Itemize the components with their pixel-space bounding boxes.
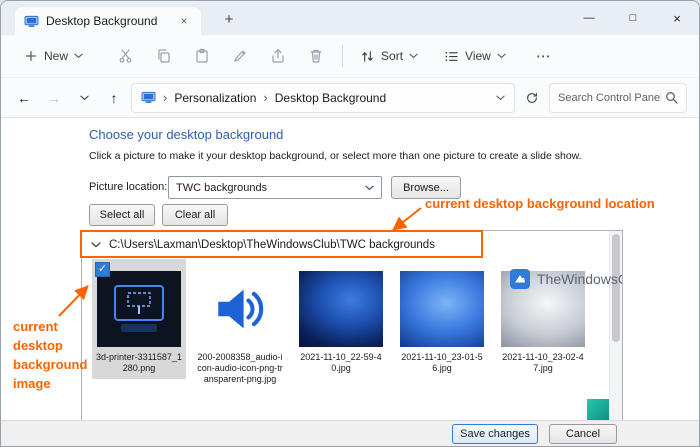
chevron-down-icon bbox=[409, 53, 418, 59]
thumbnail-image bbox=[198, 271, 282, 347]
picture-location-value: TWC backgrounds bbox=[176, 181, 268, 194]
forward-button[interactable]: → bbox=[41, 85, 67, 111]
scissors-icon bbox=[119, 49, 132, 63]
watermark-text: TheWindowsClub bbox=[537, 271, 622, 287]
view-icon bbox=[445, 51, 458, 61]
thumbnail-tile[interactable]: 200-2008358_audio-icon-audio-icon-png-tr… bbox=[193, 259, 287, 385]
paste-button[interactable] bbox=[186, 42, 218, 70]
search-icon bbox=[666, 92, 678, 104]
command-bar: New Sort View ⋯ bbox=[1, 35, 699, 78]
thumbnail-caption: 3d-printer-3311587_1280.png bbox=[96, 352, 182, 373]
chevron-down-icon bbox=[79, 95, 89, 100]
clear-all-button[interactable]: Clear all bbox=[162, 204, 228, 226]
partial-thumbnail[interactable] bbox=[587, 399, 610, 421]
minimize-button[interactable]: — bbox=[567, 1, 611, 35]
toolbar-separator bbox=[342, 45, 344, 67]
folder-path: C:\Users\Laxman\Desktop\TheWindowsClub\T… bbox=[109, 238, 435, 251]
more-options-button[interactable]: ⋯ bbox=[529, 41, 559, 71]
back-button[interactable]: ← bbox=[11, 85, 37, 111]
explorer-window: Desktop Background × + — □ × New Sort Vi… bbox=[0, 0, 700, 447]
chevron-down-icon bbox=[496, 95, 505, 100]
annotation-location: current desktop background location bbox=[425, 196, 655, 211]
rename-button[interactable] bbox=[224, 42, 256, 70]
cut-button[interactable] bbox=[110, 42, 142, 70]
chevron-down-icon bbox=[497, 53, 506, 59]
monitor-icon bbox=[141, 91, 156, 103]
close-button[interactable]: × bbox=[655, 1, 699, 35]
page-description: Click a picture to make it your desktop … bbox=[89, 150, 582, 162]
watermark: TheWindowsClub bbox=[510, 269, 622, 289]
navigation-bar: ← → ↑ › Personalization › Desktop Backgr… bbox=[1, 78, 699, 118]
titlebar: Desktop Background × + — □ × bbox=[1, 1, 699, 35]
copy-button[interactable] bbox=[148, 42, 180, 70]
page-title: Choose your desktop background bbox=[89, 127, 284, 142]
window-controls: — □ × bbox=[567, 1, 699, 35]
share-icon bbox=[272, 49, 284, 63]
speaker-icon bbox=[218, 289, 264, 329]
refresh-button[interactable] bbox=[519, 85, 545, 111]
up-button[interactable]: ↑ bbox=[101, 85, 127, 111]
monitor-icon bbox=[24, 15, 39, 27]
breadcrumb-separator: › bbox=[163, 90, 168, 105]
sort-button[interactable]: Sort bbox=[353, 43, 425, 70]
chevron-down-icon bbox=[365, 185, 374, 190]
cancel-button[interactable]: Cancel bbox=[549, 423, 617, 444]
share-button[interactable] bbox=[262, 42, 294, 70]
footer-bar: Save changes Cancel bbox=[1, 420, 699, 446]
plus-icon bbox=[26, 51, 36, 61]
printer-graphic-icon bbox=[114, 285, 164, 332]
thumbnail-caption: 2021-11-10_23-02-47.jpg bbox=[502, 352, 584, 373]
thumbnail-tile[interactable]: 2021-11-10_23-01-56.jpg bbox=[395, 259, 489, 374]
search-box[interactable] bbox=[549, 82, 687, 113]
delete-button[interactable] bbox=[300, 42, 332, 70]
rename-icon bbox=[234, 50, 246, 62]
sort-icon bbox=[362, 50, 373, 62]
select-all-button[interactable]: Select all bbox=[89, 204, 155, 226]
thumbnail-caption: 2021-11-10_22-59-40.jpg bbox=[300, 352, 382, 373]
address-bar[interactable]: › Personalization › Desktop Background bbox=[131, 82, 515, 113]
twc-logo-icon bbox=[510, 269, 530, 289]
folder-group-header[interactable]: C:\Users\Laxman\Desktop\TheWindowsClub\T… bbox=[82, 231, 609, 258]
new-button-label: New bbox=[44, 49, 69, 63]
thumbnail-caption: 2021-11-10_23-01-56.jpg bbox=[401, 352, 483, 373]
thumbnail-image bbox=[400, 271, 484, 347]
gallery-scrollbar[interactable] bbox=[609, 231, 622, 421]
trash-icon bbox=[310, 49, 322, 63]
thumbnail-checkbox[interactable]: ✓ bbox=[95, 262, 110, 277]
address-dropdown-button[interactable] bbox=[496, 95, 505, 101]
tab-close-icon[interactable]: × bbox=[176, 14, 192, 28]
sort-button-label: Sort bbox=[381, 49, 404, 63]
tab-desktop-background[interactable]: Desktop Background × bbox=[15, 7, 201, 35]
history-dropdown-button[interactable] bbox=[71, 85, 97, 111]
thumbnail-tile[interactable]: 2021-11-10_22-59-40.jpg bbox=[294, 259, 388, 374]
breadcrumb-separator: › bbox=[263, 90, 268, 105]
new-button[interactable]: New bbox=[17, 43, 90, 69]
annotation-arrow-to-path bbox=[392, 207, 422, 231]
background-gallery: C:\Users\Laxman\Desktop\TheWindowsClub\T… bbox=[81, 230, 623, 422]
refresh-icon bbox=[527, 92, 537, 103]
view-button[interactable]: View bbox=[437, 43, 513, 70]
maximize-button[interactable]: □ bbox=[611, 1, 655, 35]
view-button-label: View bbox=[465, 49, 491, 63]
tab-title: Desktop Background bbox=[46, 14, 158, 28]
breadcrumb-desktop-background[interactable]: Desktop Background bbox=[275, 91, 386, 105]
chevron-down-icon bbox=[74, 53, 83, 59]
save-changes-button[interactable]: Save changes bbox=[452, 423, 538, 444]
thumbnail-image bbox=[97, 271, 181, 347]
annotation-image: current desktop background image bbox=[13, 319, 88, 391]
copy-icon bbox=[158, 49, 170, 63]
search-input[interactable] bbox=[558, 91, 661, 104]
thumbnail-tile[interactable]: ✓ 3d-printer-3311587_1280.png bbox=[92, 259, 186, 379]
picture-location-select[interactable]: TWC backgrounds bbox=[168, 176, 382, 199]
picture-location-label: Picture location: bbox=[89, 181, 168, 193]
paste-icon bbox=[196, 48, 208, 63]
thumbnail-image bbox=[299, 271, 383, 347]
breadcrumb-personalization[interactable]: Personalization bbox=[174, 91, 256, 105]
new-tab-button[interactable]: + bbox=[219, 9, 239, 29]
thumbnail-caption: 200-2008358_audio-icon-audio-icon-png-tr… bbox=[197, 352, 283, 384]
check-icon: ✓ bbox=[97, 263, 108, 275]
chevron-down-icon[interactable] bbox=[91, 241, 101, 248]
